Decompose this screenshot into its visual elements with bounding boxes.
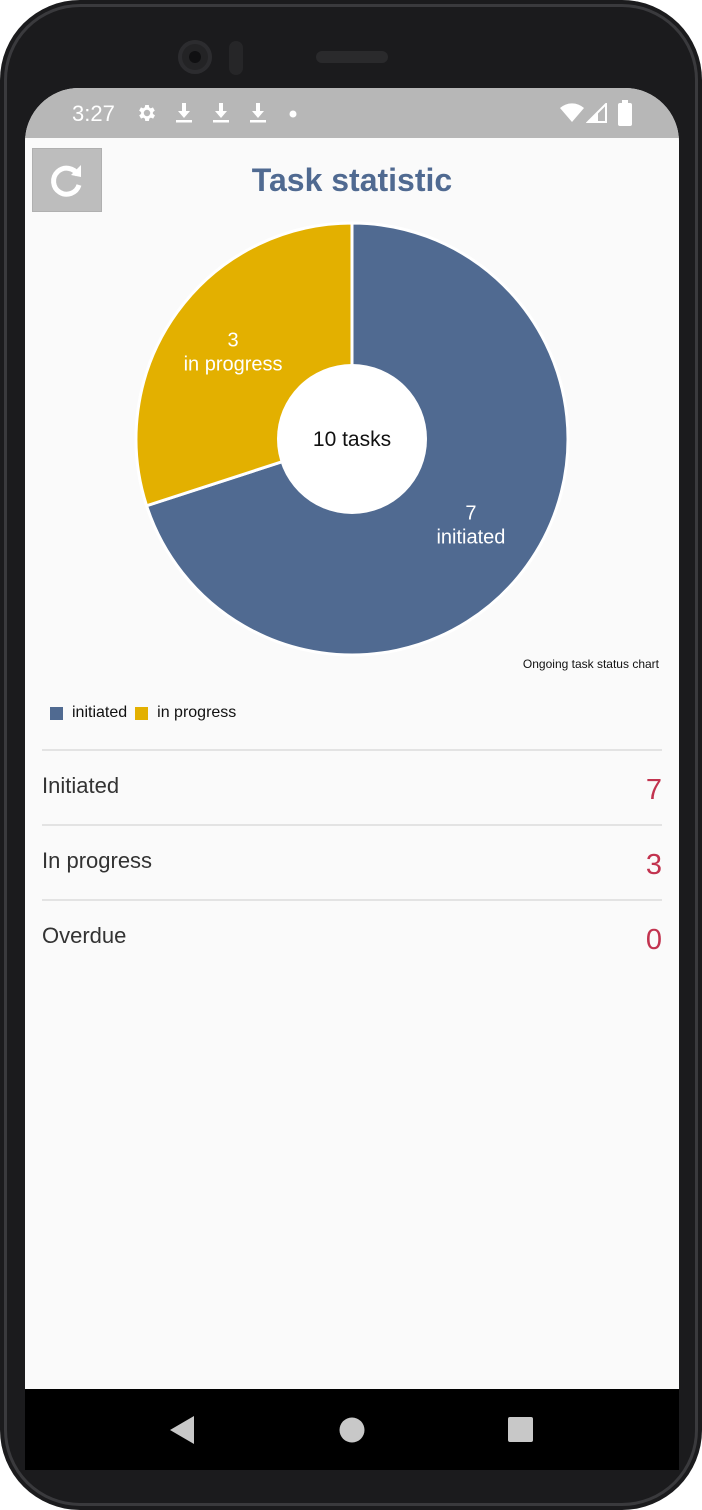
stat-value: 7	[645, 774, 662, 806]
slice-value-label: 3	[228, 330, 239, 352]
dot-icon	[289, 110, 297, 118]
stat-label: Overdue	[42, 923, 127, 948]
wifi-icon	[560, 103, 584, 122]
recents-icon[interactable]	[508, 1417, 533, 1442]
slice-name-label: initiated	[436, 526, 505, 548]
settings-icon	[139, 105, 155, 121]
page-title: Task statistic	[251, 162, 453, 198]
stat-label: In progress	[42, 848, 153, 873]
stats-list: Initiated 7 In progress 3 Overdue 0	[42, 749, 662, 974]
legend-swatch-in-progress	[135, 706, 149, 720]
home-icon[interactable]	[339, 1417, 365, 1443]
status-time: 3:27	[72, 101, 115, 126]
legend-label-initiated: initiated	[72, 704, 128, 721]
stat-row-initiated: Initiated 7	[42, 749, 662, 824]
status-bar: 3:27	[25, 88, 679, 138]
donut-center-label: 10 tasks	[313, 428, 391, 451]
main-content: Task statistic 7 initiated 3 in progress 10 …	[25, 138, 679, 1389]
download-icon	[213, 103, 229, 123]
legend-item-in-progress[interactable]: in progress	[135, 704, 236, 722]
stat-row-in-progress: In progress 3	[42, 824, 662, 899]
stat-label: Initiated	[42, 773, 120, 798]
chart-caption: Ongoing task status chart	[522, 657, 659, 671]
phone-frame: 3:27 Task statistic 7 initiated 3 in pro…	[0, 0, 702, 1510]
earpiece-speaker	[316, 51, 388, 63]
legend-item-initiated[interactable]: initiated	[50, 704, 127, 722]
stat-value: 0	[645, 924, 662, 956]
download-icon	[250, 103, 266, 123]
slice-name-label: in progress	[184, 354, 283, 376]
download-icon	[176, 103, 192, 123]
chart-legend: initiated in progress	[50, 704, 244, 722]
battery-icon	[618, 100, 632, 126]
proximity-sensor	[229, 41, 243, 75]
screen: 3:27 Task statistic 7 initiated 3 in pro…	[25, 88, 679, 1389]
stat-row-overdue: Overdue 0	[42, 899, 662, 974]
pie-chart: 7initiated 3in progress 10 tasks	[134, 221, 570, 657]
back-icon[interactable]	[170, 1416, 194, 1444]
front-camera	[178, 40, 212, 74]
legend-swatch-initiated	[50, 706, 63, 720]
navigation-bar	[25, 1389, 679, 1470]
slice-value-label: 7	[465, 502, 476, 524]
stat-value: 3	[645, 849, 662, 881]
signal-icon	[586, 103, 607, 123]
legend-label-in-progress: in progress	[157, 704, 237, 721]
